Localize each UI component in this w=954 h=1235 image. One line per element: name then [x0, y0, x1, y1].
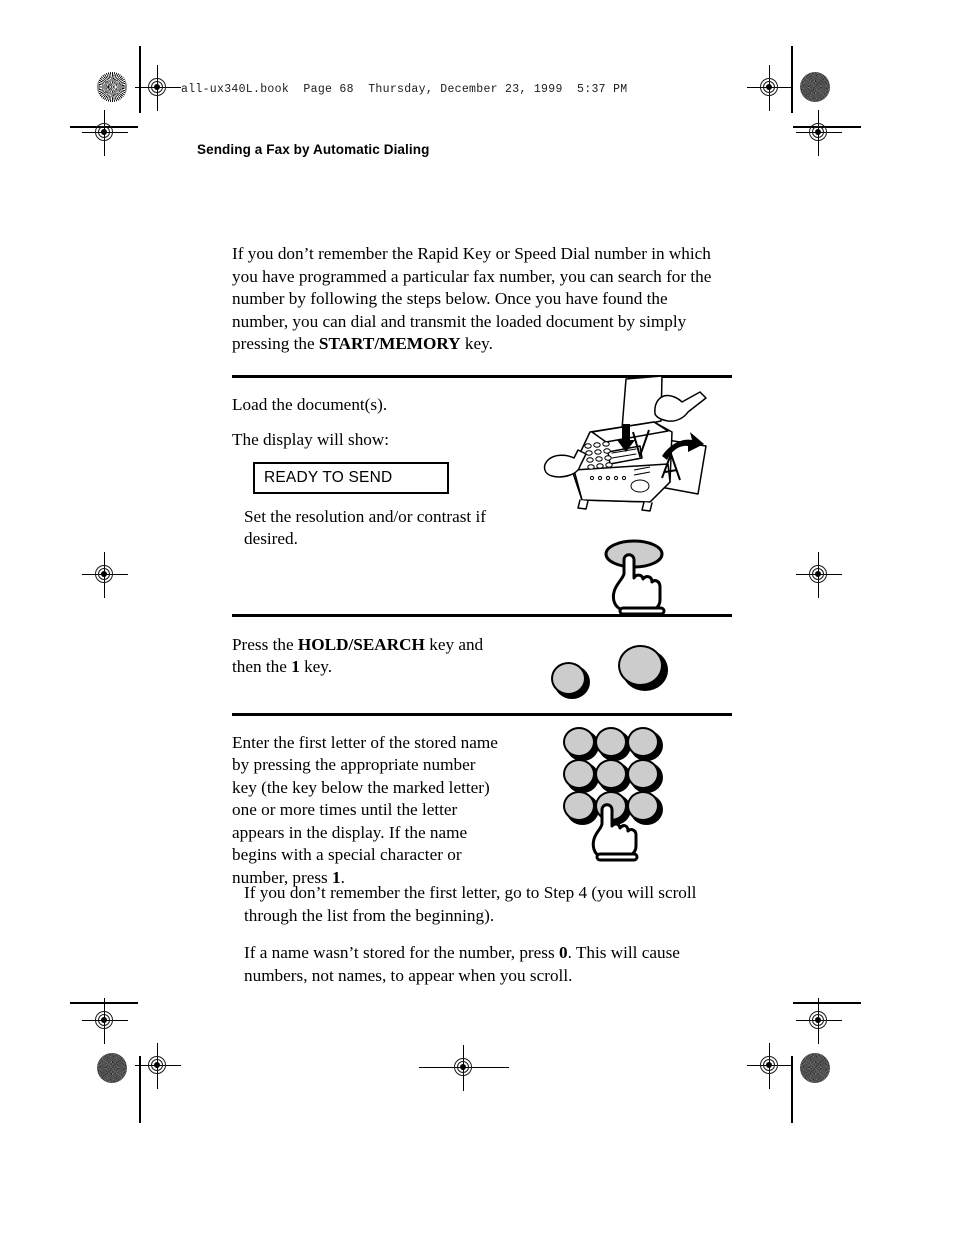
halftone-target-top-right [800, 72, 830, 102]
book-file-header: all-ux340L.book Page 68 Thursday, Decemb… [181, 83, 628, 96]
fax-machine-icon [543, 375, 707, 512]
one-key-label: 1 [291, 657, 300, 677]
hand-press-icon-keypad [591, 803, 639, 862]
note-no-name-stored: If a name wasn’t stored for the number, … [244, 942, 724, 987]
lcd-display-ready-to-send: READY TO SEND [253, 461, 449, 494]
hand-pressing-key-illustration-2 [584, 798, 650, 867]
registration-mark-top-right-inner [747, 65, 793, 111]
step2-text-3: key. [299, 657, 333, 677]
fax-machine-illustration [530, 374, 730, 529]
keypad-key-r2c2 [595, 758, 631, 793]
hold-search-key-graphic [551, 661, 590, 699]
registration-mark-top-left-inner [135, 65, 181, 111]
keypad-key-r1c2 [595, 726, 631, 761]
registration-mark-right-middle [796, 552, 842, 598]
lcd-text: READY TO SEND [264, 468, 393, 486]
step1-note: Set the resolution and/or contrast if de… [244, 506, 487, 549]
halftone-target-top-left [97, 72, 127, 102]
registration-mark-left-upper [82, 110, 128, 156]
page-title: Sending a Fax by Automatic Dialing [197, 142, 430, 157]
registration-mark-bottom-right-inner [747, 1043, 793, 1089]
start-memory-key-label: START/MEMORY [318, 334, 461, 354]
hand-press-icon [604, 539, 666, 616]
step2-text-1: Press the [232, 634, 298, 654]
hand-pressing-key-illustration-1 [590, 538, 682, 621]
keypad-key-r1c3 [627, 726, 663, 761]
registration-mark-right-lower [796, 998, 842, 1044]
step-enter-first-letter: Enter the first letter of the stored nam… [232, 716, 732, 887]
main-content: If you don’t remember the Rapid Key or S… [232, 243, 732, 987]
intro-text-2: key. [460, 334, 493, 354]
one-key-label-step3: 1 [332, 867, 341, 887]
zero-key-label: 0 [558, 943, 568, 963]
step-load-document: Load the document(s). The display will s… [232, 375, 732, 616]
keypad-key-r2c3 [627, 758, 663, 793]
halftone-target-bottom-left [97, 1053, 127, 1083]
note2-text-1: If a name wasn’t stored for the number, … [244, 943, 559, 963]
registration-mark-right-upper [796, 110, 842, 156]
intro-paragraph: If you don’t remember the Rapid Key or S… [232, 243, 722, 356]
keypad-key-r1c1 [563, 726, 599, 761]
halftone-target-bottom-right [800, 1053, 830, 1083]
one-key-graphic [618, 644, 668, 691]
keypad-key-r2c1 [563, 758, 599, 793]
registration-mark-bottom-center [419, 1045, 509, 1091]
step3-text-2: . [340, 867, 345, 887]
registration-mark-bottom-left-inner [135, 1043, 181, 1089]
registration-mark-left-middle [82, 552, 128, 598]
registration-mark-left-lower [82, 998, 128, 1044]
step3-text: Enter the first letter of the stored nam… [232, 732, 500, 890]
hold-search-key-label: HOLD/SEARCH [297, 634, 425, 654]
step2-text: Press the HOLD/SEARCH key and then the 1… [232, 634, 502, 679]
step3-text-1: Enter the first letter of the stored nam… [232, 732, 498, 887]
step-hold-search: Press the HOLD/SEARCH key and then the 1… [232, 617, 732, 713]
